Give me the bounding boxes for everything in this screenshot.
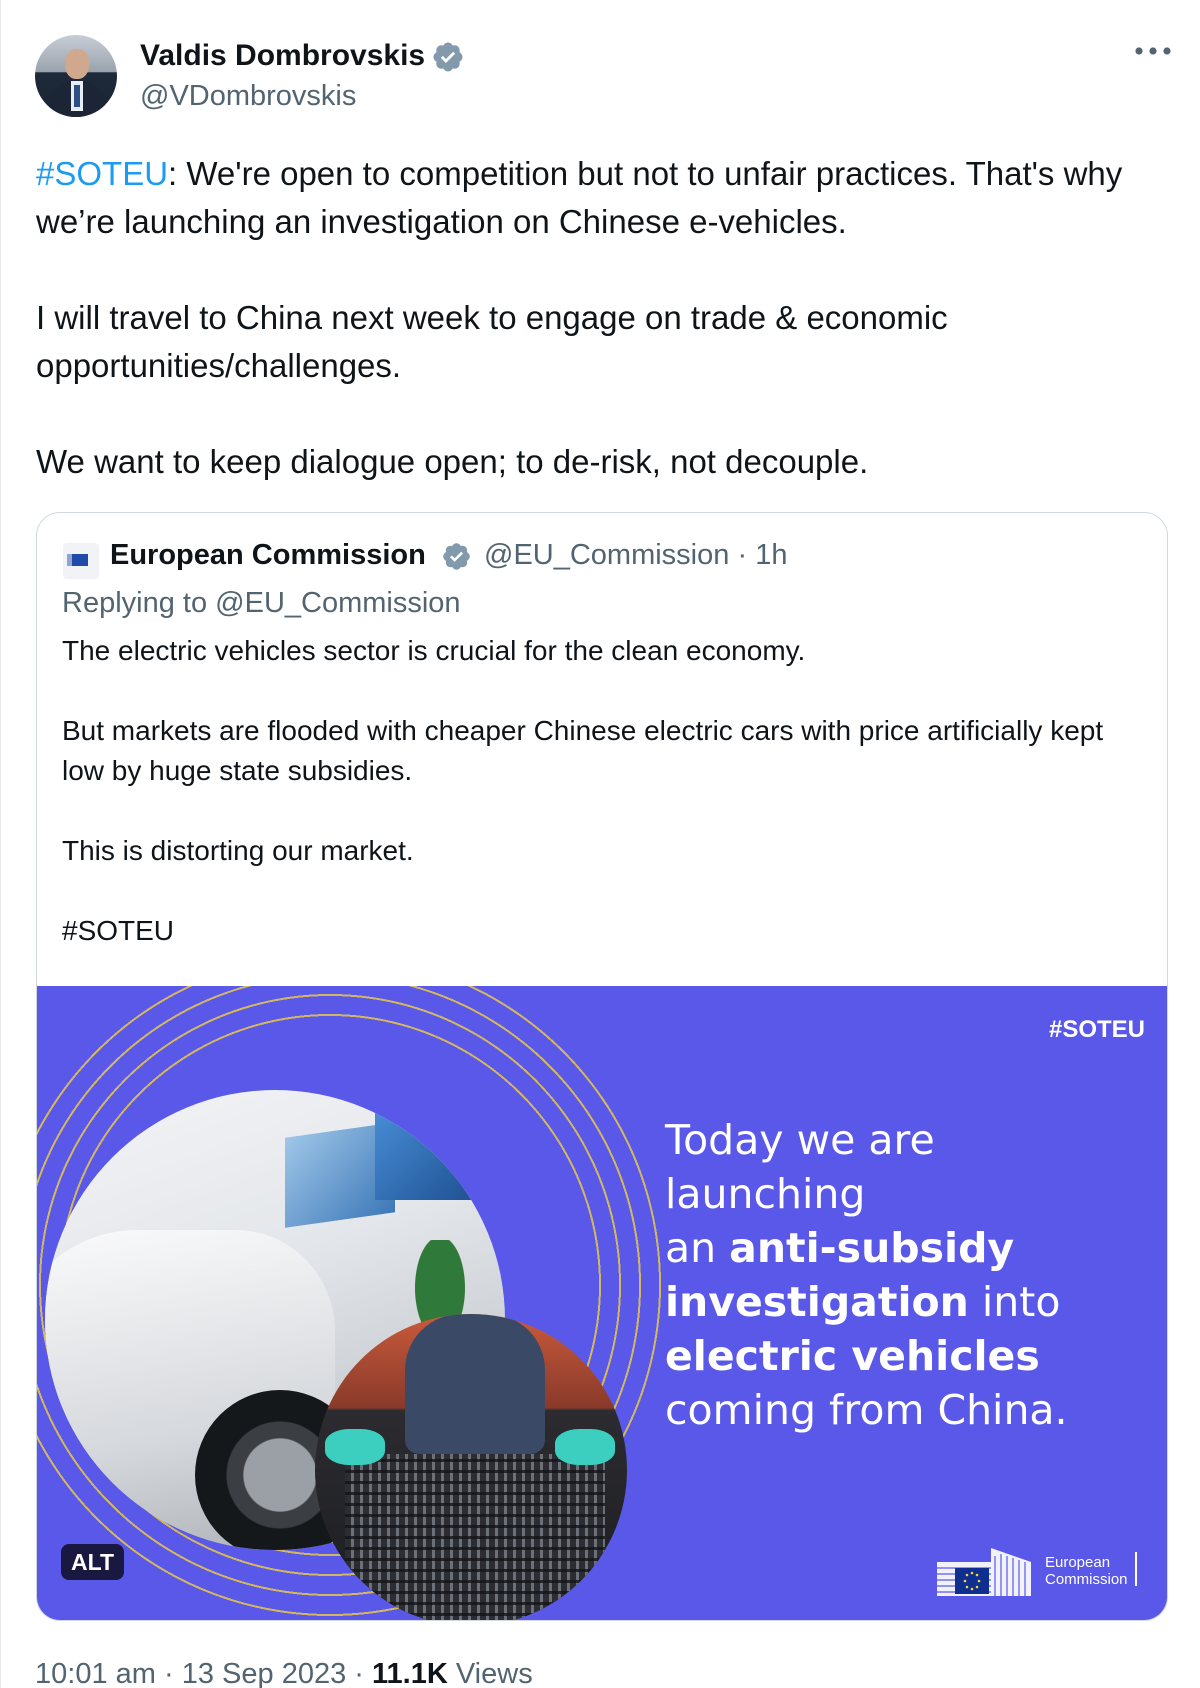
commission-building-icon: [937, 1548, 1031, 1596]
media-hashtag: #SOTEU: [1048, 1016, 1145, 1043]
tweet-paragraph-1-text: : We're open to competition but not to u…: [36, 155, 1123, 240]
verified-badge-icon: [433, 42, 463, 72]
logo-divider: [1135, 1552, 1137, 1586]
more-options-icon[interactable]: [1133, 38, 1173, 72]
replying-to-prefix: Replying to: [62, 587, 216, 619]
avatar-face: [65, 49, 89, 79]
battery-assembly-photo: [315, 1314, 627, 1620]
quoted-media-image[interactable]: #SOTEU Today we are launching an anti-su…: [37, 986, 1167, 1620]
tweet-time[interactable]: 10:01 am: [35, 1658, 156, 1688]
verified-badge-icon: [443, 543, 470, 570]
tweet-date[interactable]: 13 Sep 2023: [182, 1658, 346, 1688]
headline-line-2-bold: anti-subsidy: [729, 1224, 1015, 1272]
quoted-author-handle[interactable]: @EU_Commission: [484, 539, 729, 571]
worker: [405, 1314, 545, 1454]
headline-line-4-bold: electric vehicles: [665, 1332, 1040, 1380]
headline-line-4: electric vehicles: [665, 1329, 1135, 1383]
views-count: 11.1K: [372, 1658, 448, 1688]
author-avatar[interactable]: [35, 35, 117, 117]
headline-line-3: investigation into: [665, 1275, 1135, 1329]
author-handle[interactable]: @VDombrovskis: [140, 77, 356, 115]
headline-line-2-pre: an: [665, 1224, 730, 1272]
quoted-author-name[interactable]: European Commission: [110, 535, 426, 575]
tweet-body: #SOTEU: We're open to competition but no…: [36, 150, 1171, 486]
author-name[interactable]: Valdis Dombrovskis: [140, 36, 425, 76]
quoted-tweet[interactable]: European Commission @EU_Commission · 1h …: [36, 512, 1168, 1621]
headline-line-3-post: into: [968, 1278, 1061, 1326]
commission-label: European Commission: [1045, 1554, 1128, 1588]
hashtag-link[interactable]: #SOTEU: [36, 155, 168, 192]
european-commission-logo: European Commission: [935, 1538, 1145, 1598]
tweet-paragraph-1: #SOTEU: We're open to competition but no…: [36, 150, 1171, 246]
headline-line-1: Today we are launching: [665, 1116, 935, 1218]
quoted-timestamp[interactable]: 1h: [755, 539, 787, 571]
battery-pack: [345, 1454, 605, 1620]
tweet-timestamp-row: 10:01 am · 13 Sep 2023 · 11.1K Views: [35, 1654, 533, 1688]
tweet-card: Valdis Dombrovskis @VDombrovskis #SOTEU:…: [0, 0, 1200, 1688]
commission-label-line-1: European: [1045, 1554, 1111, 1571]
timestamp-separator: ·: [163, 1658, 174, 1688]
meta-separator: ·: [737, 539, 748, 571]
alt-text-badge[interactable]: ALT: [61, 1544, 125, 1580]
tweet-paragraph-2: I will travel to China next week to enga…: [36, 299, 948, 384]
glove-right: [555, 1429, 615, 1465]
more-dots-glyph: [1135, 47, 1171, 55]
quoted-meta: @EU_Commission · 1h: [484, 535, 787, 575]
showroom-screen: [375, 1100, 485, 1200]
replying-to: Replying to @EU_Commission: [62, 583, 461, 623]
quoted-paragraph-1: The electric vehicles sector is crucial …: [62, 635, 806, 666]
avatar-flag: [72, 554, 88, 566]
quoted-paragraph-3: This is distorting our market.: [62, 835, 414, 866]
quoted-author-avatar[interactable]: [63, 543, 99, 579]
tweet-paragraph-3: We want to keep dialogue open; to de-ris…: [36, 443, 869, 480]
quoted-body: The electric vehicles sector is crucial …: [62, 631, 1142, 951]
quoted-paragraph-2: But markets are flooded with cheaper Chi…: [62, 715, 1104, 786]
headline-line-2: an anti-subsidy: [665, 1221, 1135, 1275]
media-headline: Today we are launching an anti-subsidy i…: [665, 1113, 1135, 1437]
replying-to-handle[interactable]: @EU_Commission: [215, 587, 460, 619]
headline-line-5: coming from China.: [665, 1386, 1068, 1434]
commission-label-line-2: Commission: [1045, 1571, 1128, 1588]
views-label: Views: [455, 1658, 533, 1688]
quoted-paragraph-4: #SOTEU: [62, 915, 175, 946]
timestamp-separator: ·: [354, 1658, 364, 1688]
glove-left: [325, 1429, 385, 1465]
avatar-tie: [74, 85, 80, 107]
headline-line-3-bold: investigation: [665, 1278, 969, 1326]
